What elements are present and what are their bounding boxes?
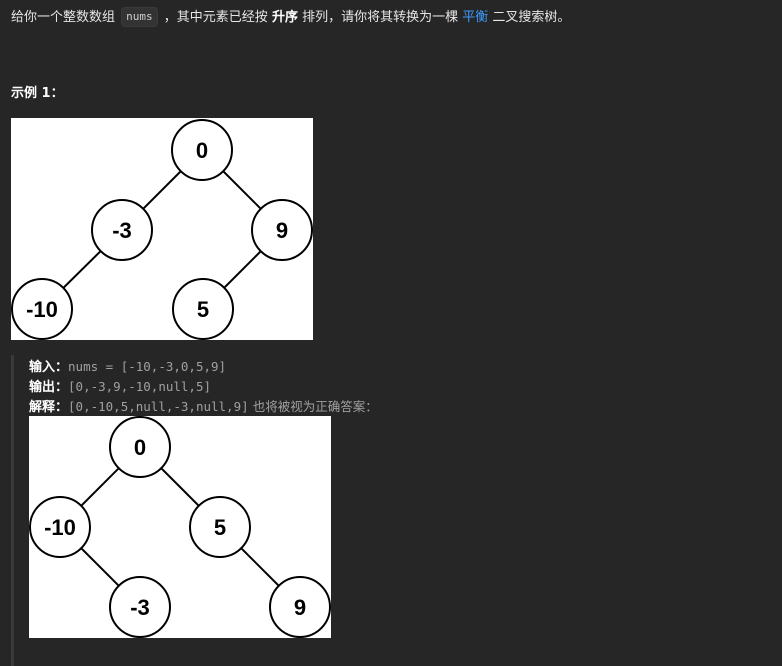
explanation-tail: 也将被视为正确答案： xyxy=(252,399,378,414)
example-explanation-line: 解释：[0,-10,5,null,-3,null,9] 也将被视为正确答案： xyxy=(29,397,378,418)
output-label: 输出： xyxy=(29,380,69,395)
example-tree-image-1: 0 -3 9 -10 5 xyxy=(11,118,313,340)
description-text-4: 二叉搜索树。 xyxy=(492,10,571,25)
example-title: 示例 1： xyxy=(11,86,64,101)
tree-node-label: 5 xyxy=(197,297,209,322)
explanation-label: 解释： xyxy=(29,400,69,415)
tree-node-label: 0 xyxy=(196,138,208,163)
description-text-1: 给你一个整数数组 xyxy=(11,10,116,25)
input-value: nums = [-10,-3,0,5,9] xyxy=(68,359,227,374)
tree-node-label: 0 xyxy=(134,435,146,460)
example-blockquote-bar xyxy=(11,355,14,666)
tree-node-label: -3 xyxy=(112,218,132,243)
example-tree-image-2: 0 -10 5 -3 9 xyxy=(29,416,331,638)
tree-node-label: -3 xyxy=(130,595,150,620)
problem-page: 给你一个整数数组 nums ，其中元素已经按 升序 排列，请你将其转换为一棵 平… xyxy=(0,0,782,666)
tree-node-label: 5 xyxy=(214,515,226,540)
inline-code-nums: nums xyxy=(121,7,158,27)
problem-description: 给你一个整数数组 nums ，其中元素已经按 升序 排列，请你将其转换为一棵 平… xyxy=(11,7,570,29)
output-value: [0,-3,9,-10,null,5] xyxy=(68,379,212,394)
balanced-link[interactable]: 平衡 xyxy=(462,10,488,25)
tree-node-label: 9 xyxy=(294,595,306,620)
tree-node-label: 9 xyxy=(276,218,288,243)
example-input-line: 输入：nums = [-10,-3,0,5,9] xyxy=(29,357,226,378)
description-bold-ascending: 升序 xyxy=(271,10,298,25)
description-text-3: 排列，请你将其转换为一棵 xyxy=(302,10,459,25)
description-text-2: ，其中元素已经按 xyxy=(163,10,268,25)
input-label: 输入： xyxy=(29,360,69,375)
explanation-value: [0,-10,5,null,-3,null,9] xyxy=(68,399,249,414)
example-output-line: 输出：[0,-3,9,-10,null,5] xyxy=(29,377,211,398)
tree-node-label: -10 xyxy=(26,297,58,322)
tree-node-label: -10 xyxy=(44,515,76,540)
